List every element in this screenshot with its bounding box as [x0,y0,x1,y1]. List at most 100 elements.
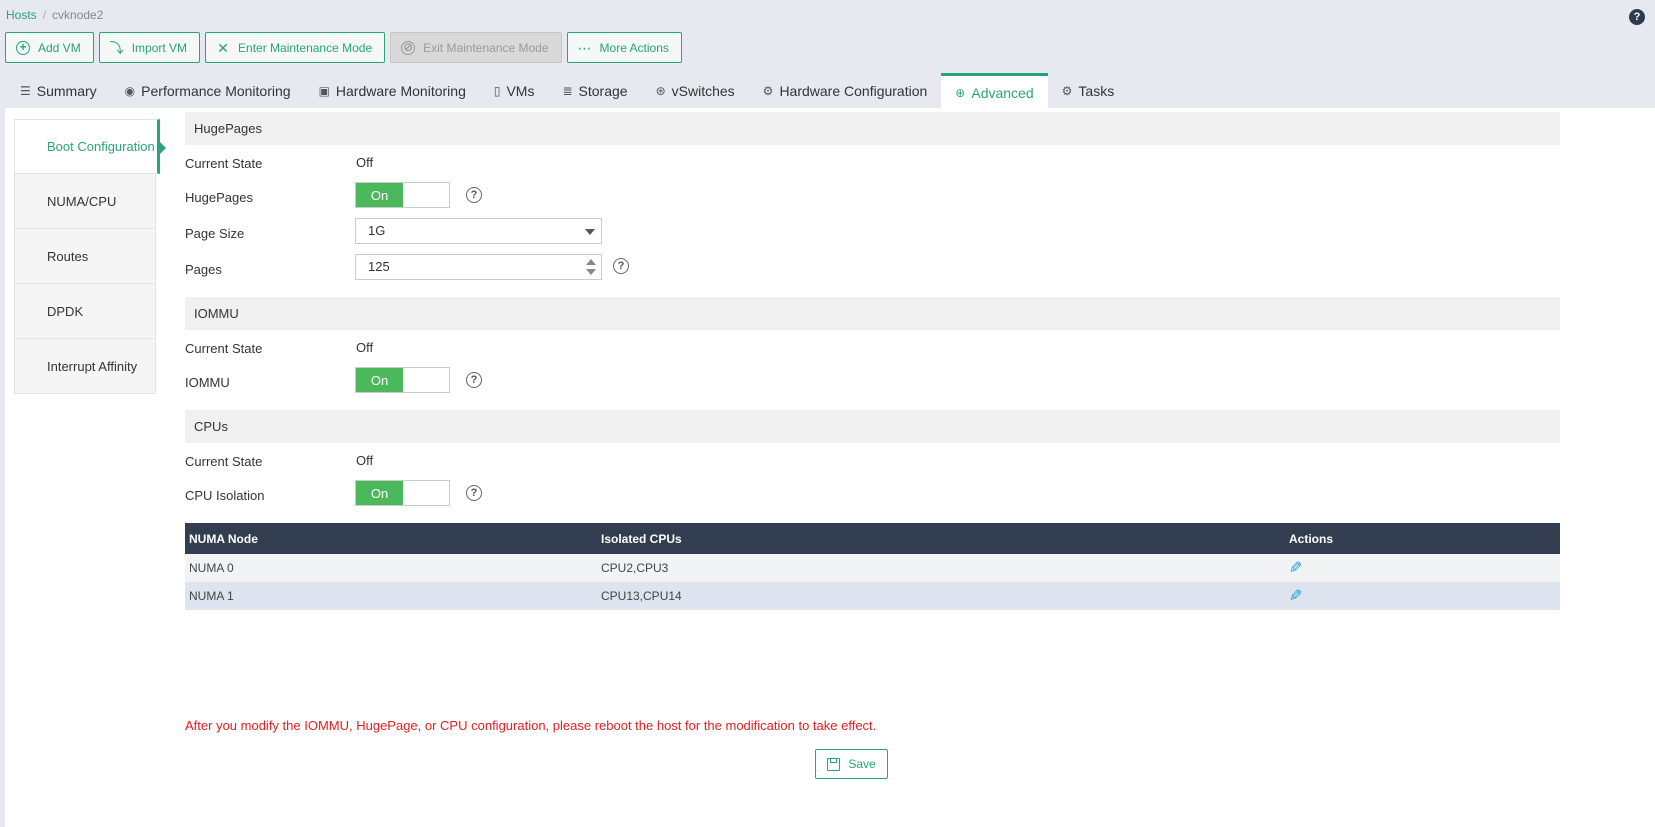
sidenav-item-boot-configuration[interactable]: Boot Configuration [14,119,166,174]
iommu-toggle[interactable]: On [355,367,450,393]
switch-icon: ⊛ [655,83,666,98]
add-vm-button[interactable]: + Add VM [5,32,94,63]
advanced-icon: ⊕ [955,86,966,100]
exit-maintenance-label: Exit Maintenance Mode [423,40,549,55]
numa-node-cell: NUMA 1 [185,582,597,610]
toolbar: + Add VM ⤵ Import VM ✕ Enter Maintenance… [5,32,682,63]
breadcrumb-hosts-link[interactable]: Hosts [6,8,37,22]
tab-label: vSwitches [671,82,735,99]
tab-label: Hardware Configuration [779,82,928,99]
iommu-current-state-label: Current State [185,341,263,356]
sidenav-item-routes[interactable]: Routes [14,229,156,284]
column-header-actions: Actions [1285,523,1560,554]
tab-hardware-monitoring[interactable]: ▣ Hardware Monitoring [305,73,480,108]
tab-label: Hardware Monitoring [335,82,466,99]
page-size-label: Page Size [185,226,245,241]
sidenav-item-numa-cpu[interactable]: NUMA/CPU [14,174,156,229]
list-icon: ☰ [20,83,31,98]
enter-maintenance-button[interactable]: ✕ Enter Maintenance Mode [205,32,386,63]
tab-bar: ☰ Summary ◉ Performance Monitoring ▣ Har… [6,73,1128,108]
edit-pencil-icon[interactable]: ✎ [1289,586,1302,606]
actions-cell: ✎ [1285,554,1560,582]
table-header-row: NUMA Node Isolated CPUs Actions [185,523,1560,554]
gear-icon: ⚙ [762,83,774,98]
breadcrumb-current: cvknode2 [52,8,104,22]
gears-icon: ⚙ [1061,83,1073,98]
table-row: NUMA 0 CPU2,CPU3 ✎ [185,554,1560,582]
pages-help-icon[interactable]: ? [613,258,629,274]
save-label: Save [848,757,876,771]
more-actions-label: More Actions [599,40,669,55]
add-vm-label: Add VM [38,40,81,55]
iommu-help-icon[interactable]: ? [466,372,482,388]
breadcrumb-separator: / [42,8,47,22]
help-icon[interactable]: ? [1629,9,1645,25]
tab-storage[interactable]: ≣ Storage [548,73,641,108]
numa-node-cell: NUMA 0 [185,554,597,582]
table-row: NUMA 1 CPU13,CPU14 ✎ [185,582,1560,610]
import-vm-label: Import VM [131,40,188,55]
enter-maintenance-label: Enter Maintenance Mode [238,40,373,55]
iommu-section-title: IOMMU [185,297,1560,330]
cpu-isolation-toggle[interactable]: On [355,480,450,506]
cpus-current-state-value: Off [356,453,374,468]
exit-maintenance-button[interactable]: ⊘ Exit Maintenance Mode [390,32,562,63]
tools-icon: ✕ [217,39,229,56]
tab-vms[interactable]: ▯ VMs [480,73,549,108]
cpus-section-title: CPUs [185,410,1560,443]
page-size-select[interactable]: 1G [355,218,602,244]
disabled-tools-icon: ⊘ [401,39,416,55]
tab-vswitches[interactable]: ⊛ vSwitches [642,73,749,108]
toggle-on-label: On [356,183,403,207]
import-vm-button[interactable]: ⤵ Import VM [98,32,201,63]
more-actions-button[interactable]: ⋯ More Actions [566,32,682,63]
image-icon: ▣ [318,83,330,98]
tab-advanced[interactable]: ⊕ Advanced [941,73,1048,108]
toggle-on-label: On [356,481,403,505]
tab-label: Tasks [1078,82,1115,99]
breadcrumb: Hosts / cvknode2 [6,8,103,22]
tab-label: VMs [506,82,535,99]
edit-pencil-icon[interactable]: ✎ [1289,558,1302,578]
tab-hardware-configuration[interactable]: ⚙ Hardware Configuration [749,73,942,108]
save-button[interactable]: Save [815,749,888,779]
iommu-toggle-label: IOMMU [185,375,230,390]
pages-label: Pages [185,262,222,277]
stepper-up-icon[interactable] [586,259,596,265]
vm-icon: ▯ [493,83,501,98]
tab-label: Summary [36,82,97,99]
sidenav-item-interrupt-affinity[interactable]: Interrupt Affinity [14,339,156,394]
pages-value: 125 [368,259,390,274]
hugepages-toggle[interactable]: On [355,182,450,208]
cpu-isolation-label: CPU Isolation [185,488,265,503]
reboot-warning: After you modify the IOMMU, HugePage, or… [185,718,877,733]
tab-summary[interactable]: ☰ Summary [6,73,111,108]
column-header-isolated-cpus[interactable]: Isolated CPUs [597,523,1285,554]
chevron-down-icon [585,229,595,235]
side-nav: Boot Configuration NUMA/CPU Routes DPDK … [14,119,166,394]
floppy-disk-icon [827,757,841,771]
monitor-icon: ◉ [124,83,136,98]
hugepages-current-state-label: Current State [185,156,263,171]
isolated-cpus-cell: CPU13,CPU14 [597,582,1285,610]
tab-performance-monitoring[interactable]: ◉ Performance Monitoring [111,73,305,108]
isolated-cpus-table: NUMA Node Isolated CPUs Actions NUMA 0 C… [185,523,1560,610]
tab-label: Performance Monitoring [141,82,291,99]
cpu-isolation-help-icon[interactable]: ? [466,485,482,501]
ellipsis-icon: ⋯ [577,39,592,56]
hugepages-section-title: HugePages [185,112,1560,145]
cpus-current-state-label: Current State [185,454,263,469]
iommu-current-state-value: Off [356,340,374,355]
sidenav-item-dpdk[interactable]: DPDK [14,284,156,339]
stepper-down-icon[interactable] [586,269,596,275]
column-header-numa-node[interactable]: NUMA Node [185,523,597,554]
toggle-on-label: On [356,368,403,392]
advanced-panel: Boot Configuration NUMA/CPU Routes DPDK … [5,108,1655,827]
hugepages-help-icon[interactable]: ? [466,187,482,203]
database-icon: ≣ [562,83,573,98]
pages-stepper[interactable]: 125 [355,254,602,280]
isolated-cpus-cell: CPU2,CPU3 [597,554,1285,582]
import-icon: ⤵ [109,39,124,56]
hugepages-toggle-label: HugePages [185,190,253,205]
tab-tasks[interactable]: ⚙ Tasks [1048,73,1129,108]
